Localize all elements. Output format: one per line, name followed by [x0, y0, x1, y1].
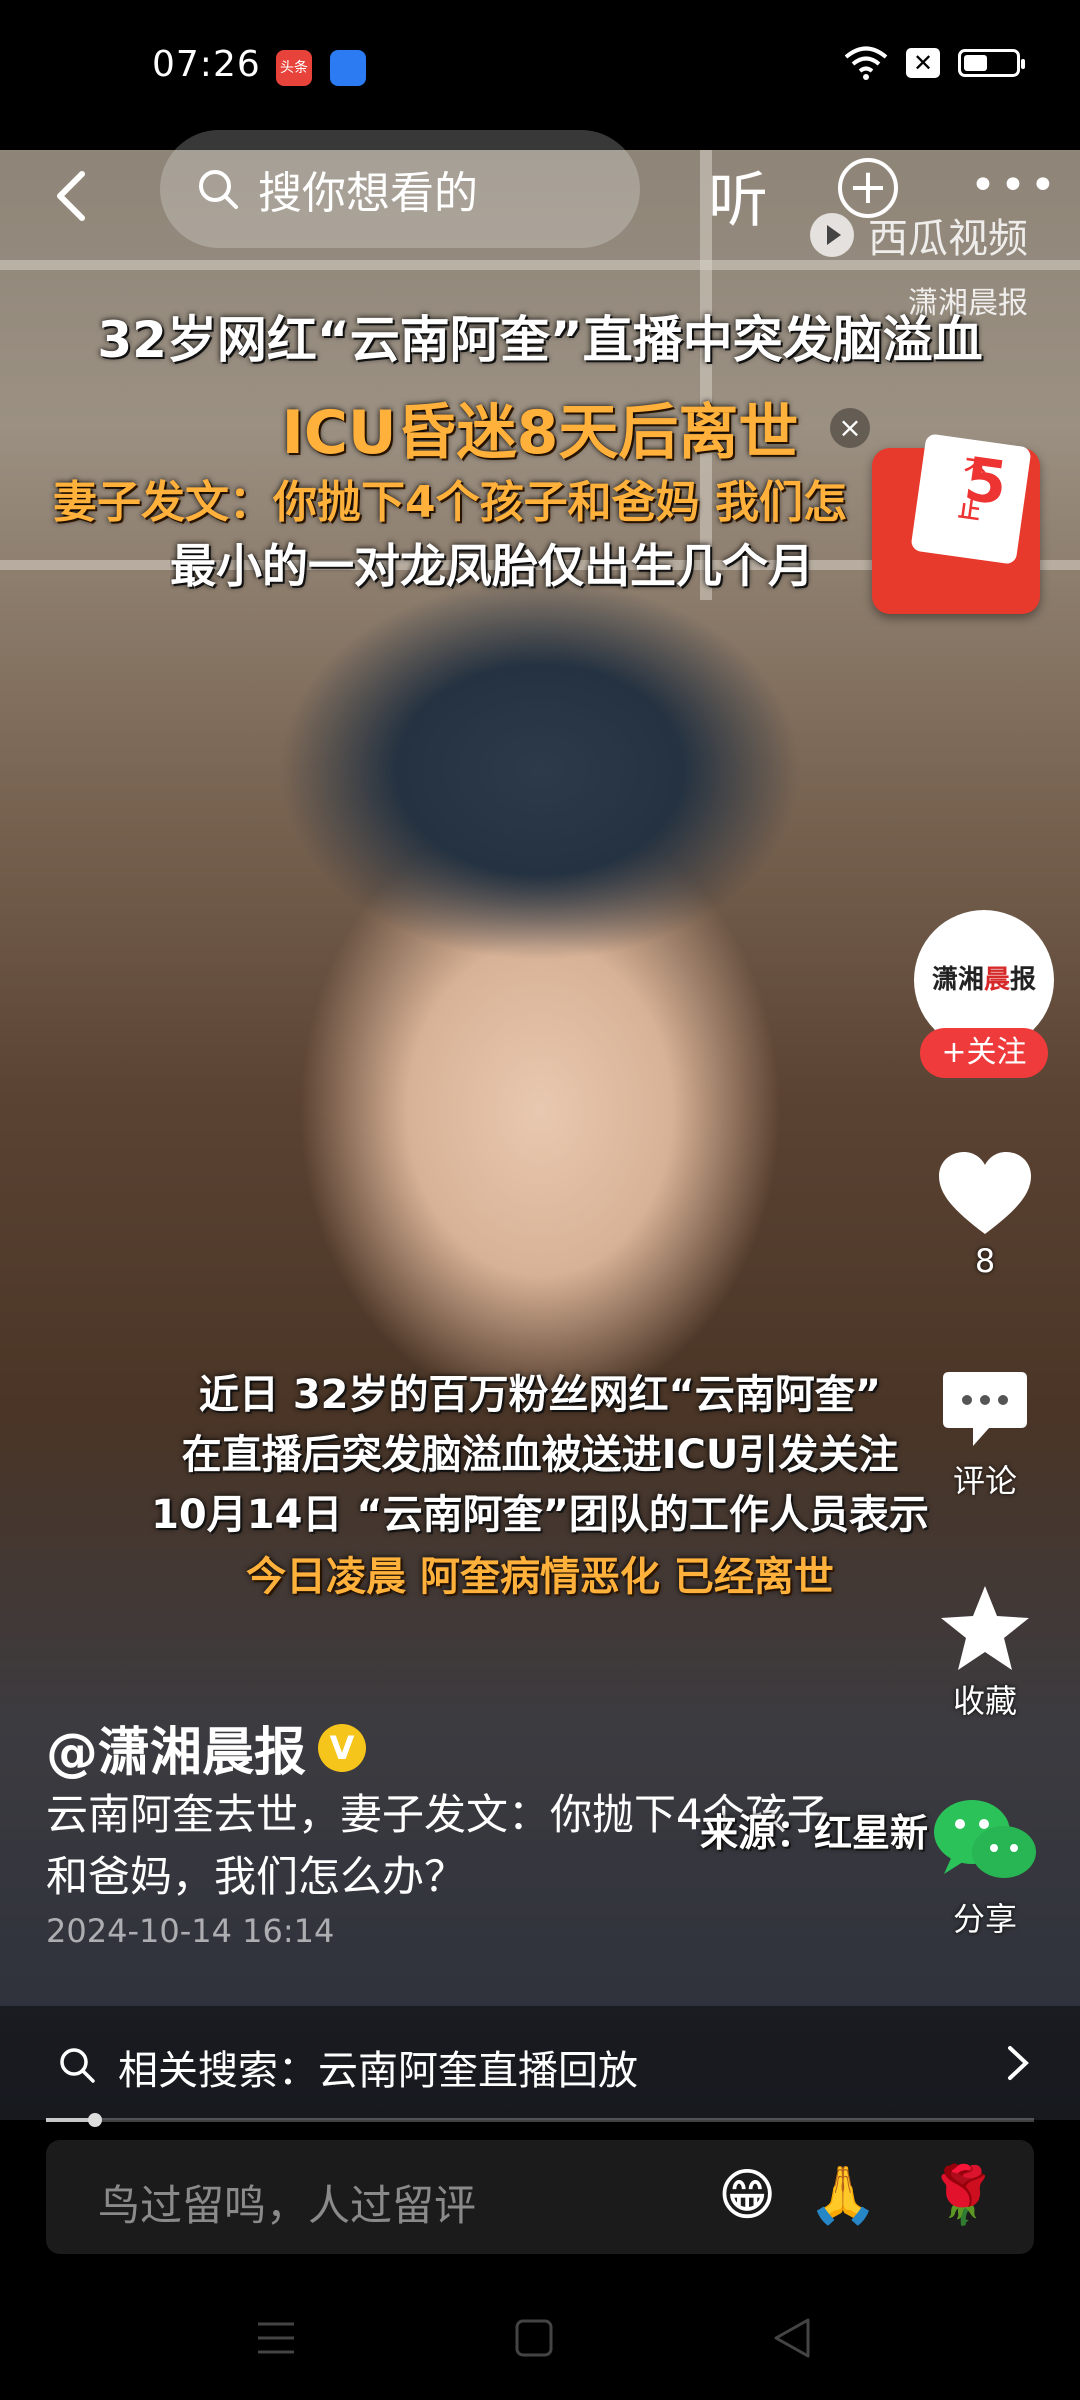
comment-input[interactable]: 鸟过留鸣，人过留评 😁 🙏 🌹	[46, 2140, 1034, 2254]
share-label: 分享	[952, 1900, 1017, 1938]
comment-label: 评论	[952, 1462, 1017, 1500]
toutiao-icon-label: 头条	[280, 60, 308, 76]
listen-button[interactable]: 听	[708, 152, 768, 239]
status-bar: 07:26 头条 ✕	[0, 0, 1080, 150]
heart-icon	[939, 1152, 1031, 1234]
search-icon	[60, 2048, 95, 2083]
avatar-text-3: 报	[1010, 965, 1037, 995]
status-right-group: ✕	[844, 46, 1025, 80]
caption-body-2: 在直播后突发脑溢血被送进ICU引发关注	[181, 1432, 899, 1478]
post-timestamp: 2024-10-14 16:14	[46, 1912, 335, 1950]
wifi-icon	[844, 46, 888, 80]
like-button[interactable]: 8	[900, 1150, 1070, 1280]
star-icon	[941, 1586, 1029, 1670]
xigua-watermark: 西瓜视频	[806, 206, 1028, 264]
related-search-bar[interactable]: 相关搜索：云南阿奎直播回放	[0, 2006, 1080, 2120]
video-progress-bar[interactable]	[46, 2113, 1034, 2127]
promo-badge[interactable]: 不 止 5	[872, 433, 1040, 614]
comment-button[interactable]: 评论	[900, 1368, 1070, 1502]
promo-close-icon[interactable]: ×	[830, 408, 870, 448]
back-icon[interactable]	[772, 2316, 812, 2360]
status-time: 07:26	[152, 44, 261, 85]
verified-badge-icon: V	[318, 1723, 367, 1772]
search-bar[interactable]: 搜你想看的	[160, 130, 640, 248]
xigua-logo-icon	[810, 213, 854, 257]
menu-icon[interactable]	[256, 2320, 296, 2356]
related-search-text: 相关搜索：云南阿奎直播回放	[118, 2048, 638, 2094]
battery-fill	[964, 55, 987, 71]
avatar-text-2: 晨	[983, 965, 1010, 995]
wechat-icon	[934, 1800, 1036, 1878]
progress-knob[interactable]	[88, 2113, 103, 2127]
more-options-icon[interactable]: •••	[970, 160, 1060, 211]
comment-placeholder: 鸟过留鸣，人过留评	[98, 2181, 477, 2230]
back-arrow-icon[interactable]	[44, 166, 104, 226]
chevron-right-icon	[1008, 2046, 1029, 2080]
toutiao-app-icon: 头条	[276, 50, 312, 86]
caption-body-4: 今日凌晨 阿奎病情恶化 已经离世	[246, 1554, 834, 1600]
promo-number: 5	[960, 444, 1012, 520]
no-sim-icon: ✕	[906, 48, 940, 78]
system-nav-bar	[0, 2260, 1080, 2400]
watermark-text: 西瓜视频	[868, 216, 1028, 262]
favorite-button[interactable]: 收藏	[900, 1584, 1070, 1722]
search-placeholder: 搜你想看的	[258, 168, 478, 219]
caption-headline-3: 妻子发文：你抛下4个孩子和爸妈 我们怎	[53, 477, 847, 528]
video-source-overlay: 来源：红星新	[700, 1811, 929, 1855]
grin-emoji-button[interactable]: 😁	[718, 2164, 776, 2228]
favorite-label: 收藏	[952, 1682, 1017, 1720]
caption-body-3: 10月14日 “云南阿奎”团队的工作人员表示	[151, 1492, 929, 1538]
caption-headline-4: 最小的一对龙凤胎仅出生几个月	[170, 539, 814, 593]
like-count: 8	[974, 1242, 996, 1280]
follow-button[interactable]: +关注	[920, 1028, 1048, 1078]
rose-emoji-button[interactable]: 🌹	[928, 2164, 998, 2228]
avatar-text-1: 潇湘	[931, 965, 984, 995]
comment-bubble-icon	[943, 1372, 1027, 1446]
caption-body-1: 近日 32岁的百万粉丝网红“云南阿奎”	[198, 1372, 882, 1418]
battery-icon	[958, 49, 1025, 77]
pray-emoji-button[interactable]: 🙏	[808, 2164, 878, 2228]
search-icon	[199, 170, 238, 209]
notification-app-icon	[330, 50, 366, 86]
author-name[interactable]: @潇湘晨报 V	[46, 1710, 367, 1785]
caption-headline-1: 32岁网红“云南阿奎”直播中突发脑溢血	[97, 311, 983, 369]
author-handle: @潇湘晨报	[46, 1723, 307, 1783]
promo-card: 不 止 5	[910, 433, 1032, 565]
home-icon[interactable]	[514, 2318, 554, 2358]
